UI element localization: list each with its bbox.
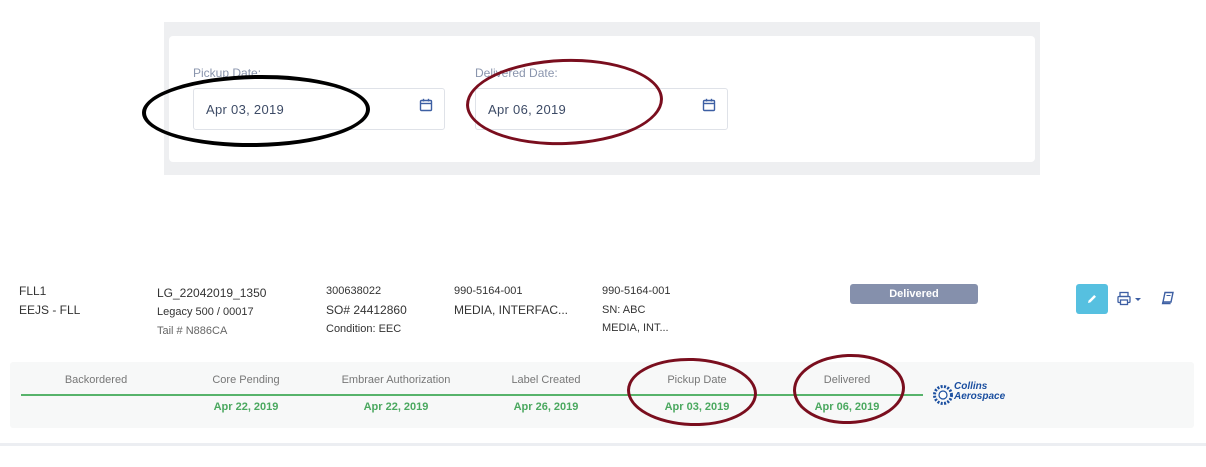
condition: Condition: EEC xyxy=(326,323,402,335)
pickup-date-label: Pickup Date: xyxy=(193,66,262,80)
print-dropdown-button[interactable] xyxy=(1117,291,1147,307)
book-icon xyxy=(1161,291,1174,305)
collins-logo-line2: Aerospace xyxy=(954,391,1006,402)
collins-aerospace-emblem-icon xyxy=(933,385,953,405)
calendar-icon[interactable] xyxy=(702,98,716,112)
tail-number: Tail # N886CA xyxy=(157,325,228,337)
step-date-delivered: Apr 06, 2019 xyxy=(814,401,880,413)
row-divider xyxy=(0,443,1206,446)
serial-number: SN: ABC xyxy=(602,304,646,316)
delivered-date-input[interactable]: Apr 06, 2019 xyxy=(475,88,728,130)
collins-aerospace-logo: Collins Aerospace xyxy=(932,382,1012,408)
installed-part-description: MEDIA, INT... xyxy=(602,322,669,334)
printer-icon xyxy=(1117,291,1141,306)
calendar-icon[interactable] xyxy=(419,98,433,112)
lot-id: LG_22042019_1350 xyxy=(157,286,267,300)
step-label-backordered: Backordered xyxy=(64,374,128,386)
installed-part-number: 990-5164-001 xyxy=(602,285,671,297)
step-label-pickup-date: Pickup Date xyxy=(667,374,727,386)
step-label-core-pending: Core Pending xyxy=(212,374,280,386)
pickup-date-input[interactable]: Apr 03, 2019 xyxy=(193,88,445,130)
aircraft-info: Legacy 500 / 00017 xyxy=(157,306,254,318)
edit-button[interactable] xyxy=(1076,284,1108,314)
location-route: EEJS - FLL xyxy=(19,303,81,317)
date-card: Pickup Date: Apr 03, 2019 Delivered Date… xyxy=(169,36,1035,162)
step-date-pickup-date: Apr 03, 2019 xyxy=(664,401,730,413)
part-description: MEDIA, INTERFAC... xyxy=(454,303,569,317)
progress-line xyxy=(21,394,923,396)
part-number: 990-5164-001 xyxy=(454,285,523,297)
step-label-delivered: Delivered xyxy=(823,374,871,386)
order-number: 300638022 xyxy=(326,285,382,297)
manual-button[interactable] xyxy=(1161,291,1175,305)
location-code: FLL1 xyxy=(19,284,47,298)
status-tracker: Backordered Core Pending Apr 22, 2019 Em… xyxy=(10,362,1194,428)
step-date-label-created: Apr 26, 2019 xyxy=(513,401,579,413)
step-date-embraer-authorization: Apr 22, 2019 xyxy=(363,401,429,413)
step-date-core-pending: Apr 22, 2019 xyxy=(213,401,279,413)
delivered-date-label: Delivered Date: xyxy=(475,66,558,80)
step-label-label-created: Label Created xyxy=(511,374,581,386)
delivered-date-value: Apr 06, 2019 xyxy=(488,102,567,117)
so-number: SO# 24412860 xyxy=(326,303,407,317)
pickup-date-value: Apr 03, 2019 xyxy=(206,102,285,117)
pencil-icon xyxy=(1088,295,1096,303)
date-panel: Pickup Date: Apr 03, 2019 Delivered Date… xyxy=(164,22,1040,175)
status-badge: Delivered xyxy=(850,284,978,304)
step-label-embraer-authorization: Embraer Authorization xyxy=(341,374,451,386)
